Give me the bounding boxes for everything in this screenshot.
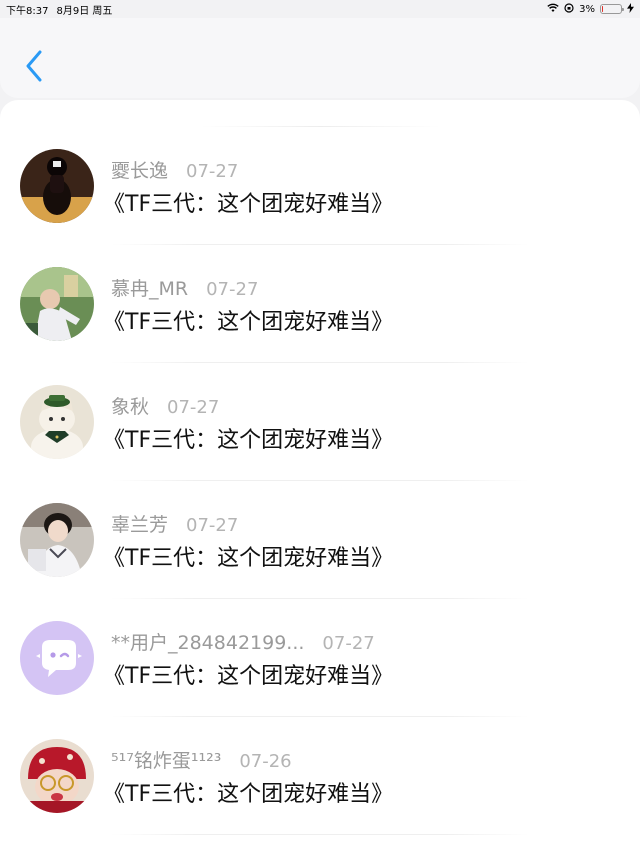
list-item[interactable]: 慕冉_MR 07-27 《TF三代：这个团宠好难当》 bbox=[0, 245, 640, 363]
username[interactable]: **用户_284842199... bbox=[111, 628, 304, 655]
list-item[interactable]: **用户_284842199... 07-27 《TF三代：这个团宠好难当》 bbox=[0, 599, 640, 717]
comment-date: 07-27 bbox=[186, 515, 239, 536]
battery-level bbox=[602, 6, 603, 12]
status-bar: 下午8:37 8月9日 周五 3% bbox=[0, 0, 640, 18]
comment-date: 07-27 bbox=[167, 397, 220, 418]
comment-text: 《TF三代：这个团宠好难当》 bbox=[103, 192, 394, 217]
avatar[interactable] bbox=[20, 149, 94, 223]
comment-list: 夒长逸 07-27 《TF三代：这个团宠好难当》 慕冉_MR 07-27 《TF… bbox=[0, 100, 640, 853]
comment-date: 07-27 bbox=[206, 279, 259, 300]
list-item[interactable]: 象秋 07-27 《TF三代：这个团宠好难当》 bbox=[0, 363, 640, 481]
avatar[interactable] bbox=[20, 503, 94, 577]
navigation-bar bbox=[0, 18, 640, 98]
comment-text: 《TF三代：这个团宠好难当》 bbox=[103, 546, 394, 571]
comment-text: 《TF三代：这个团宠好难当》 bbox=[103, 664, 394, 689]
avatar[interactable] bbox=[20, 739, 94, 813]
comment-date: 07-26 bbox=[239, 751, 292, 772]
username[interactable]: 慕冉_MR bbox=[111, 274, 188, 301]
comment-date: 07-27 bbox=[322, 633, 375, 654]
list-item[interactable]: 夒长逸 07-27 《TF三代：这个团宠好难当》 bbox=[0, 127, 640, 245]
row-divider bbox=[111, 834, 529, 835]
orientation-lock-icon bbox=[564, 2, 574, 16]
avatar[interactable] bbox=[20, 267, 94, 341]
list-item[interactable]: ⁵¹⁷铭炸蛋¹¹²³ 07-26 《TF三代：这个团宠好难当》 bbox=[0, 717, 640, 835]
default-avatar-icon[interactable] bbox=[20, 621, 94, 695]
username[interactable]: 夒长逸 bbox=[111, 156, 168, 183]
username[interactable]: 辜兰芳 bbox=[111, 510, 168, 537]
battery-percent: 3% bbox=[579, 3, 595, 15]
list-item[interactable]: 辜兰芳 07-27 《TF三代：这个团宠好难当》 bbox=[0, 481, 640, 599]
charging-icon bbox=[627, 2, 634, 16]
avatar[interactable] bbox=[20, 385, 94, 459]
comment-text: 《TF三代：这个团宠好难当》 bbox=[103, 782, 394, 807]
wifi-icon bbox=[547, 3, 559, 16]
comment-text: 《TF三代：这个团宠好难当》 bbox=[103, 310, 394, 335]
chevron-left-icon bbox=[26, 50, 42, 82]
status-date: 8月9日 周五 bbox=[56, 5, 113, 17]
battery-icon bbox=[600, 4, 624, 14]
comment-text: 《TF三代：这个团宠好难当》 bbox=[103, 428, 394, 453]
username[interactable]: 象秋 bbox=[111, 392, 149, 419]
username[interactable]: ⁵¹⁷铭炸蛋¹¹²³ bbox=[111, 746, 221, 773]
back-button[interactable] bbox=[18, 46, 50, 86]
status-time: 下午8:37 bbox=[6, 5, 49, 17]
comment-date: 07-27 bbox=[186, 161, 239, 182]
